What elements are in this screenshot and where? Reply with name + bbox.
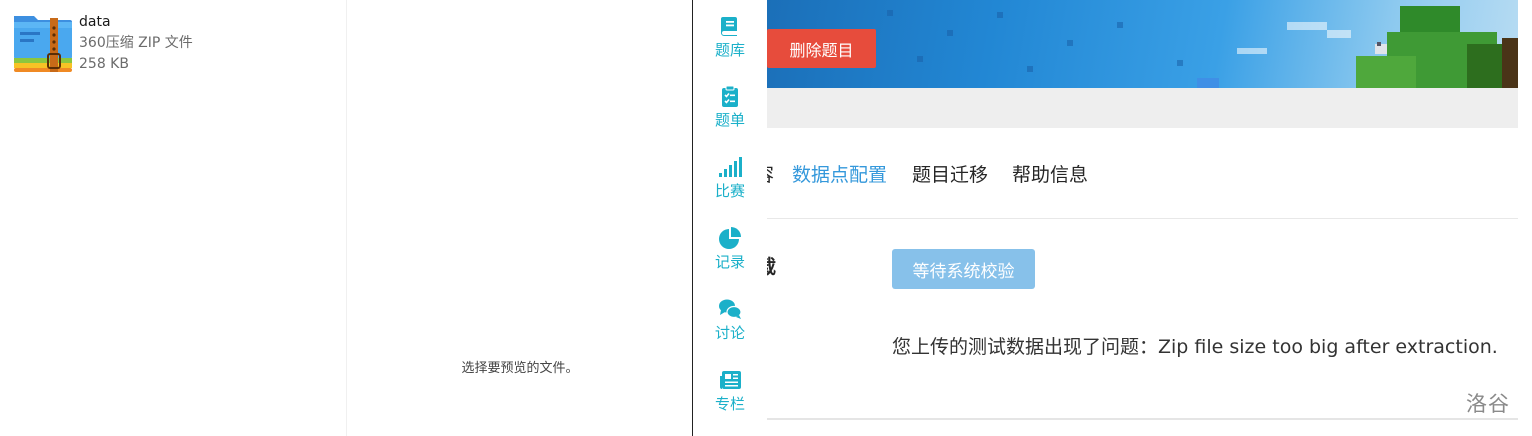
nav-item-records[interactable]: 记录 [693,212,767,278]
chat-bubbles-icon [719,299,742,319]
nav-item-discuss[interactable]: 讨论 [693,283,767,349]
nav-label: 专栏 [714,395,745,413]
header-banner: 删除题目 [767,0,1518,88]
nav-label: 比赛 [714,182,745,200]
luogu-sidebar-nav: 题库 题单 比赛 记录 讨论 专栏 [693,0,767,436]
tab-testdata-config[interactable]: 数据点配置 [792,160,887,187]
nav-label: 题单 [714,111,745,129]
minecraft-landscape-image [887,6,1518,88]
file-item-data-zip[interactable]: data 360压缩 ZIP 文件 258 KB [12,10,312,74]
nav-label: 记录 [714,253,745,271]
problem-tabs: 容 数据点配置 题目迁移 帮助信息 [767,128,1518,219]
nav-item-contest[interactable]: 比赛 [693,141,767,207]
tab-help-info[interactable]: 帮助信息 [1012,160,1088,187]
book-icon [721,17,737,36]
luogu-watermark: 洛谷 [1466,392,1510,416]
pie-chart-icon [719,227,741,249]
file-size: 258 KB [79,56,129,72]
nav-label: 题库 [714,41,745,59]
pending-validation-button[interactable]: 等待系统校验 [892,249,1035,289]
delete-problem-button[interactable]: 删除题目 [767,29,876,68]
section-divider [767,418,1518,420]
nav-label: 讨论 [714,324,745,342]
tab-problem-migration[interactable]: 题目迁移 [912,160,988,187]
zip-archive-icon [14,16,72,72]
file-name: data [79,14,111,30]
file-type: 360压缩 ZIP 文件 [79,35,193,51]
tab-partial[interactable]: 容 [767,160,774,187]
nav-item-problem-bank[interactable]: 题库 [693,0,767,66]
upload-error-message: 您上传的测试数据出现了问题：Zip file size too big afte… [892,336,1498,358]
window-edge [1518,0,1532,436]
preview-placeholder-text: 选择要预览的文件。 [461,361,579,376]
nav-item-column[interactable]: 专栏 [693,354,767,420]
header-band [767,88,1518,128]
nav-item-problem-list[interactable]: 题单 [693,70,767,136]
signal-bars-icon [719,157,742,177]
file-explorer-pane: data 360压缩 ZIP 文件 258 KB 选择要预览的文件。 [0,0,692,436]
newspaper-icon [720,371,741,389]
clipboard-list-icon [722,85,738,107]
problem-edit-page: 删除题目 容 数据点配置 题目迁移 帮助信息 载 等待系统校验 您上传的测试数据… [767,0,1518,436]
section-label: 载 [767,252,776,279]
file-list: data 360压缩 ZIP 文件 258 KB [0,0,347,436]
